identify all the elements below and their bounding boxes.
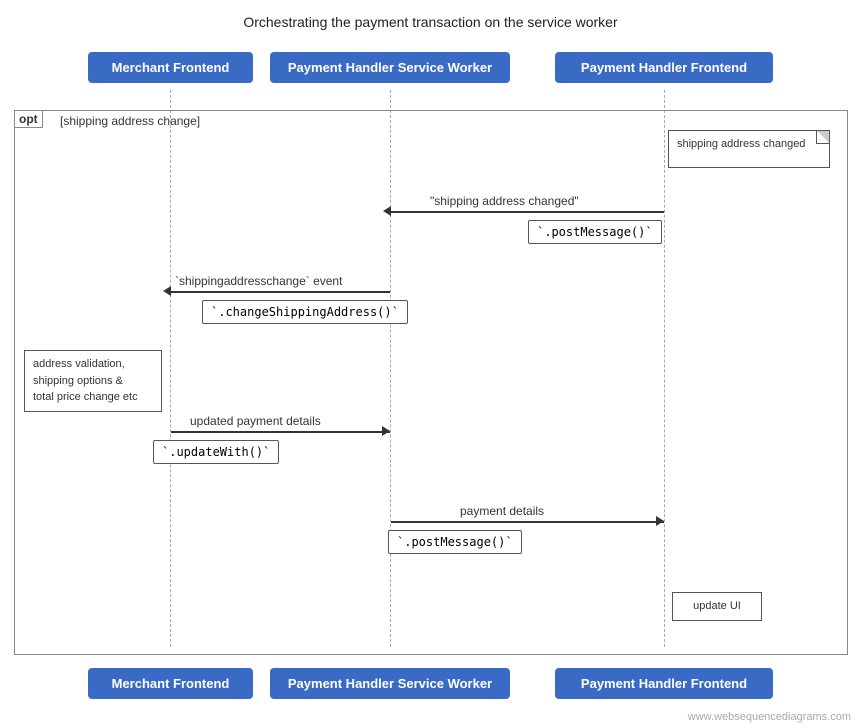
method-postmessage-1: `.postMessage()` xyxy=(528,220,662,244)
arrow-shippingaddresschange-head xyxy=(163,286,171,296)
msg-shipping-changed: "shipping address changed" xyxy=(430,194,579,208)
arrow-payment-details xyxy=(391,521,664,523)
diagram-container: Orchestrating the payment transaction on… xyxy=(0,0,861,727)
method-updatewith: `.updateWith()` xyxy=(153,440,279,464)
arrow-updated-payment xyxy=(171,431,390,433)
arrow-shipping-changed xyxy=(391,211,664,213)
msg-updated-payment: updated payment details xyxy=(190,414,321,428)
participant-sw-bottom: Payment Handler Service Worker xyxy=(270,668,510,699)
method-changeshipping: `.changeShippingAddress()` xyxy=(202,300,408,324)
participant-merchant-top: Merchant Frontend xyxy=(88,52,253,83)
msg-shippingaddresschange: `shippingaddresschange` event xyxy=(175,274,342,288)
participant-frontend-bottom: Payment Handler Frontend xyxy=(555,668,773,699)
arrow-updated-payment-head xyxy=(382,426,390,436)
watermark: www.websequencediagrams.com xyxy=(688,711,851,723)
method-postmessage-2: `.postMessage()` xyxy=(388,530,522,554)
arrow-payment-details-head xyxy=(656,516,664,526)
note-address-validation: address validation,shipping options &tot… xyxy=(24,350,162,412)
participant-frontend-top: Payment Handler Frontend xyxy=(555,52,773,83)
msg-payment-details: payment details xyxy=(460,504,544,518)
note-update-ui: update UI xyxy=(672,592,762,621)
participant-sw-top: Payment Handler Service Worker xyxy=(270,52,510,83)
participant-merchant-bottom: Merchant Frontend xyxy=(88,668,253,699)
arrow-shipping-changed-head xyxy=(383,206,391,216)
opt-label: opt xyxy=(14,110,43,128)
diagram-title: Orchestrating the payment transaction on… xyxy=(0,0,861,40)
arrow-shippingaddresschange xyxy=(171,291,390,293)
note-shipping-address-changed: shipping address changed xyxy=(668,130,830,168)
opt-condition: [shipping address change] xyxy=(60,114,200,128)
